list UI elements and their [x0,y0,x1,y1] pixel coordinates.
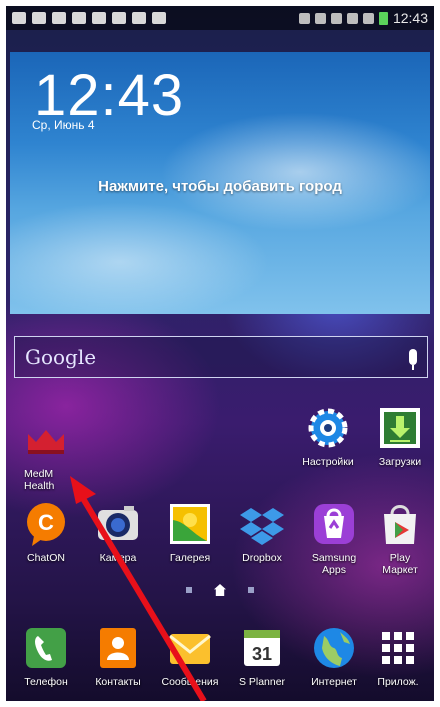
annotation-arrow [70,476,207,701]
screenshot-frame: 12:43 12:43 Ср, Июнь 4 Нажмите, чтобы до… [0,0,440,707]
home-screen: 12:43 12:43 Ср, Июнь 4 Нажмите, чтобы до… [6,6,434,701]
